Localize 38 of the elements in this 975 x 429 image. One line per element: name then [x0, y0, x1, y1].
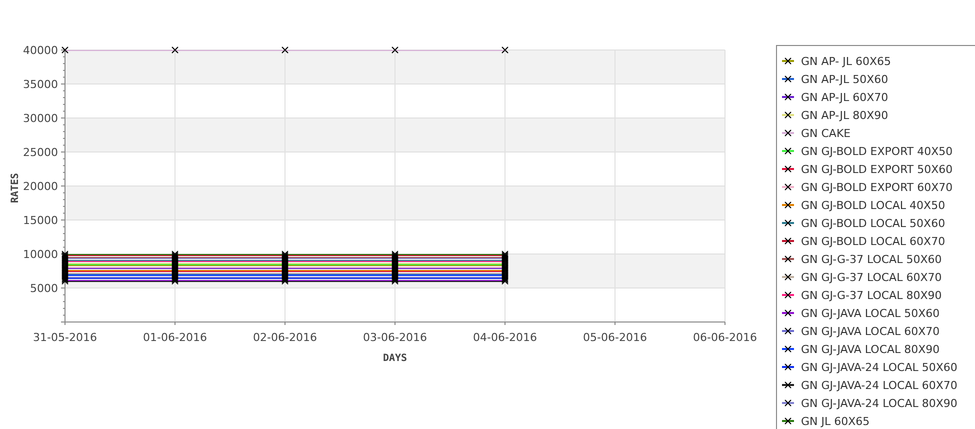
y-tick-label: 30000 [23, 112, 58, 125]
x-axis-title: DAYS [382, 353, 408, 364]
legend-label: GN GJ-BOLD EXPORT 60X70 [801, 180, 953, 194]
y-tick-label: 5000 [30, 282, 58, 295]
x-tick-label: 05-06-2016 [583, 331, 647, 344]
legend-label: GN GJ-G-37 LOCAL 50X60 [801, 252, 942, 266]
legend-label: GN GJ-JAVA LOCAL 50X60 [801, 306, 940, 320]
y-tick-label: 25000 [23, 146, 58, 159]
legend-label: GN GJ-BOLD LOCAL 50X60 [801, 216, 946, 230]
x-tick-label: 04-06-2016 [473, 331, 537, 344]
x-tick-label: 06-06-2016 [693, 331, 757, 344]
legend-label: GN GJ-BOLD LOCAL 60X70 [801, 234, 946, 248]
y-axis-title: RATES [10, 172, 21, 204]
legend-label: GN AP-JL 50X60 [801, 72, 888, 86]
legend-label: GN GJ-JAVA-24 LOCAL 80X90 [801, 396, 958, 410]
legend-label: GN GJ-BOLD LOCAL 40X50 [801, 198, 946, 212]
legend-label: GN GJ-JAVA-24 LOCAL 50X60 [801, 360, 958, 374]
legend-label: GN AP-JL 80X90 [801, 108, 888, 122]
y-tick-label: 20000 [23, 180, 58, 193]
legend-label: GN GJ-BOLD EXPORT 50X60 [801, 162, 953, 176]
legend-label: GN GJ-G-37 LOCAL 80X90 [801, 288, 942, 302]
x-tick-label: 03-06-2016 [363, 331, 427, 344]
legend-label: GN GJ-JAVA LOCAL 80X90 [801, 342, 940, 356]
x-tick-label: 02-06-2016 [253, 331, 317, 344]
y-tick-label: 15000 [23, 214, 58, 227]
legend-label: GN AP- JL 60X65 [801, 54, 892, 68]
legend-label: GN GJ-JAVA-24 LOCAL 60X70 [801, 378, 958, 392]
legend-label: GN AP-JL 60X70 [801, 90, 888, 104]
x-tick-label: 01-06-2016 [143, 331, 207, 344]
x-tick-label: 31-05-2016 [33, 331, 97, 344]
y-tick-label: 35000 [23, 78, 58, 91]
legend-label: GN CAKE [801, 126, 851, 140]
y-tick-label: 10000 [23, 248, 58, 261]
legend-label: GN GJ-JAVA LOCAL 60X70 [801, 324, 940, 338]
legend-label: GN GJ-G-37 LOCAL 60X70 [801, 270, 942, 284]
legend-label: GN JL 60X65 [801, 414, 870, 428]
legend-label: GN GJ-BOLD EXPORT 40X50 [801, 144, 953, 158]
y-tick-label: 40000 [23, 44, 58, 57]
